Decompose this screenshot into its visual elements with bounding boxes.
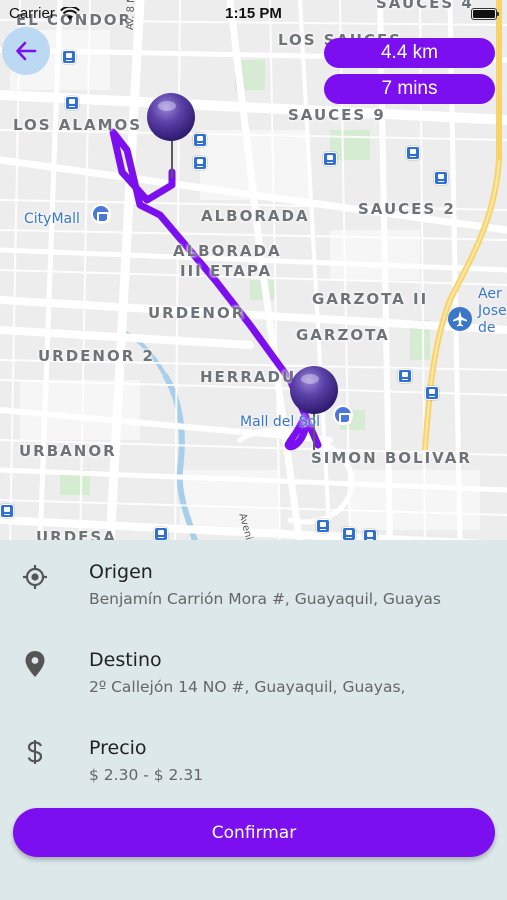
map-label-sauces-2: SAUCES 2 bbox=[358, 200, 456, 218]
map-label-iii-etapa: III ETAPA bbox=[180, 262, 273, 280]
map-label-los-alamos: LOS ALAMOS bbox=[13, 116, 143, 134]
map-label-alborada: ALBORADA bbox=[201, 207, 310, 225]
map-label-sauces-9: SAUCES 9 bbox=[288, 106, 386, 124]
map-label-simon-bolivar: SIMON BOLIVAR bbox=[311, 449, 472, 467]
map-label-garzota-ii: GARZOTA II bbox=[312, 290, 429, 308]
price-range: $ 2.30 - $ 2.31 bbox=[89, 766, 204, 784]
distance-badge: 4.4 km bbox=[324, 38, 495, 68]
status-time: 1:15 PM bbox=[225, 5, 282, 22]
my-location-icon bbox=[20, 562, 50, 592]
poi-airport-line: Jose bbox=[478, 303, 507, 319]
poi-airport-line: Aer bbox=[478, 286, 502, 302]
bus-stop-icon bbox=[193, 156, 207, 170]
arrow-left-icon bbox=[16, 41, 37, 61]
bus-stop-icon bbox=[323, 152, 337, 166]
poi-airport-label[interactable]: Aer Jose de bbox=[478, 286, 507, 337]
map-label-alborada-iii: ALBORADA bbox=[173, 242, 282, 260]
map-label-herradura: HERRADU bbox=[200, 368, 297, 386]
bus-stop-icon bbox=[62, 50, 76, 64]
map-label-urbanor: URBANOR bbox=[19, 442, 117, 460]
destination-marker[interactable] bbox=[289, 365, 339, 415]
location-pin-icon bbox=[20, 649, 50, 679]
destination-title: Destino bbox=[89, 649, 162, 671]
origin-marker[interactable] bbox=[146, 92, 196, 142]
shopping-icon bbox=[91, 204, 111, 224]
confirm-button[interactable]: Confirmar bbox=[13, 808, 495, 857]
status-bar: Carrier 1:15 PM bbox=[0, 0, 507, 28]
poi-mall-del-sol-label[interactable]: Mall del Sol bbox=[240, 414, 320, 430]
poi-citymall-label[interactable]: CityMall bbox=[24, 211, 80, 227]
map-label-urdenor: URDENOR bbox=[148, 304, 246, 322]
bus-stop-icon bbox=[316, 519, 330, 533]
bus-stop-icon bbox=[406, 146, 420, 160]
price-title: Precio bbox=[89, 737, 147, 759]
bus-stop-icon bbox=[425, 386, 439, 400]
bus-stop-icon bbox=[0, 504, 14, 518]
map-label-garzota: GARZOTA bbox=[296, 326, 390, 344]
destination-address: 2º Callejón 14 NO #, Guayaquil, Guayas, bbox=[89, 678, 406, 696]
origin-title: Origen bbox=[89, 561, 153, 583]
bus-stop-icon bbox=[434, 171, 448, 185]
battery-icon bbox=[471, 8, 499, 20]
map-label-urdenor-2: URDENOR 2 bbox=[38, 347, 155, 365]
dollar-icon bbox=[20, 737, 50, 767]
origin-address: Benjamín Carrión Mora #, Guayaquil, Guay… bbox=[89, 590, 441, 608]
duration-badge: 7 mins bbox=[324, 74, 495, 104]
airport-icon bbox=[448, 307, 472, 331]
back-button[interactable] bbox=[2, 27, 50, 75]
route-map[interactable]: EL CONDOR SAUCES 4 LOS SAUCES SAUCES 9 L… bbox=[0, 0, 507, 545]
bus-stop-icon bbox=[342, 527, 356, 541]
bus-stop-icon bbox=[154, 527, 168, 541]
bus-stop-icon bbox=[398, 369, 412, 383]
poi-airport-line: de bbox=[478, 320, 496, 336]
bus-stop-icon bbox=[65, 96, 79, 110]
